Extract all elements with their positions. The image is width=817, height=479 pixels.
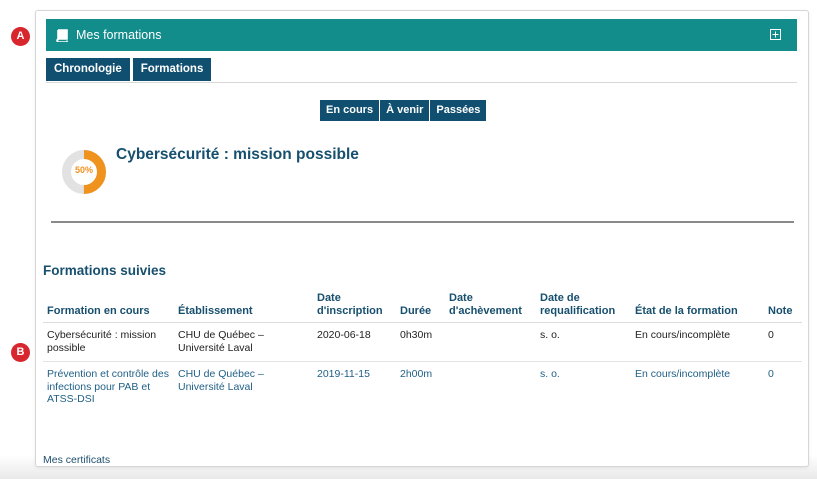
cell-date-inscription: 2020-06-18 [313,322,396,362]
book-icon [56,28,68,42]
col-header-etablissement: Établissement [174,292,313,323]
cell-duree: 0h30m [396,322,445,362]
cell-etat: En cours/incomplète [635,368,731,380]
expand-icon[interactable] [770,29,781,40]
filter-en-cours-button[interactable]: En cours [320,100,380,121]
col-header-date-achevement: Date d'achèvement [445,292,536,323]
col-header-note: Note [764,292,802,323]
callout-a-badge: A [11,27,30,46]
cell-etablissement: CHU de Québec – Université Laval [178,368,264,393]
col-header-date-inscription: Date d'inscription [313,292,396,323]
cell-date-requalification: s. o. [540,368,560,380]
tab-chronologie[interactable]: Chronologie [46,58,130,81]
col-header-etat: État de la formation [631,292,764,323]
cell-note: 0 [764,322,802,362]
section-title: Formations suivies [43,263,167,278]
progress-percent: 50% [74,165,93,175]
cell-etat: En cours/incomplète [631,322,764,362]
table-row[interactable]: Prévention et contrôle des infections po… [43,362,802,413]
cell-date-inscription: 2019-11-15 [317,368,370,380]
tab-formations[interactable]: Formations [132,58,212,81]
courses-table: Formation en cours Établissement Date d'… [43,292,802,413]
cell-duree: 2h00m [400,368,433,380]
panel-header: Mes formations [46,19,797,51]
formations-panel: Mes formations Chronologie Formations En… [35,10,809,467]
cell-note: 0 [768,368,774,380]
status-filter: En cours À venir Passées [320,100,487,121]
panel-title: Mes formations [76,28,162,42]
callout-b-badge: B [11,343,30,362]
table-header-row: Formation en cours Établissement Date d'… [43,292,802,323]
tabs-underline [46,82,797,83]
cell-date-achevement [445,322,536,362]
cell-etablissement: CHU de Québec – Université Laval [174,322,313,362]
cell-date-achevement [445,362,536,413]
cell-formation[interactable]: Prévention et contrôle des infections po… [43,362,174,413]
table-row[interactable]: Cybersécurité : mission possible CHU de … [43,322,802,362]
section-divider [51,221,794,223]
col-header-formation: Formation en cours [43,292,174,323]
certificates-link[interactable]: Mes certificats [43,454,110,466]
current-course-title[interactable]: Cybersécurité : mission possible [116,146,359,164]
filter-a-venir-button[interactable]: À venir [380,100,430,121]
col-header-duree: Durée [396,292,445,323]
cell-formation: Cybersécurité : mission possible [43,322,174,362]
col-header-date-requalification: Date de requalification [536,292,631,323]
view-tabs: Chronologie Formations [46,58,214,81]
filter-passees-button[interactable]: Passées [430,100,487,121]
cell-date-requalification: s. o. [536,322,631,362]
